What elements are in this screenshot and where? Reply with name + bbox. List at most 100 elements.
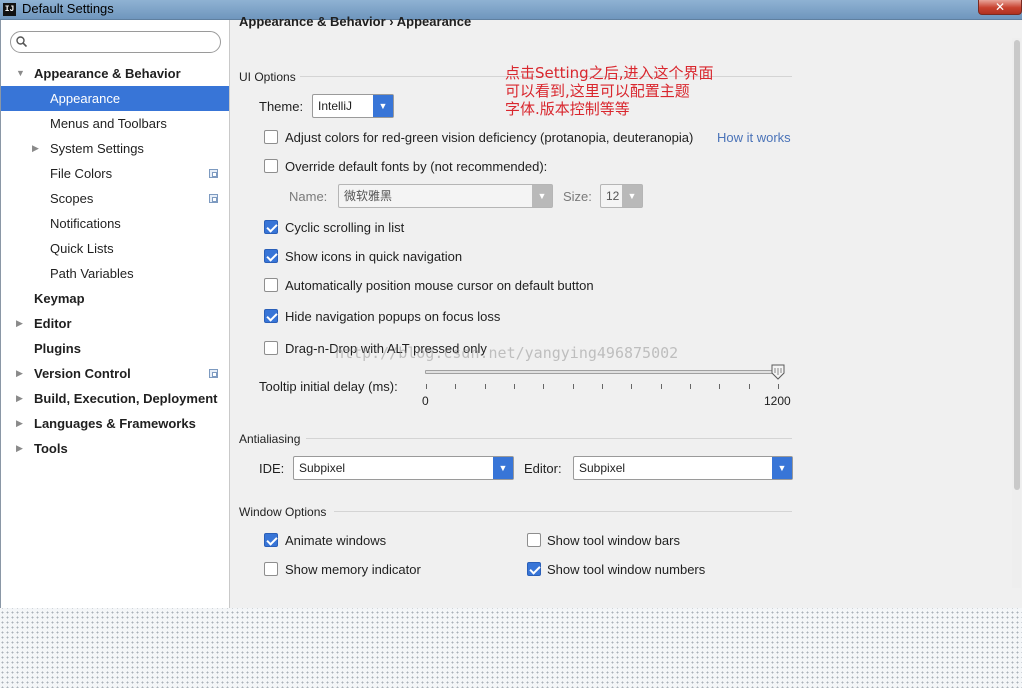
collapsed-arrow-icon[interactable]: ▶ (32, 136, 42, 161)
slider-tick (749, 384, 750, 389)
tree-item-label: Tools (34, 441, 68, 456)
adjust-colors-label: Adjust colors for red-green vision defic… (285, 130, 694, 145)
window-options-section-label: Window Options (239, 505, 327, 519)
override-fonts-checkbox[interactable] (264, 159, 278, 173)
editor-antialiasing-dropdown[interactable]: Subpixel ▼ (573, 456, 793, 480)
slider-tick (690, 384, 691, 389)
collapsed-arrow-icon[interactable]: ▶ (16, 311, 26, 336)
slider-tick (778, 384, 779, 389)
slider-tick (573, 384, 574, 389)
tree-item-appearance-behavior[interactable]: ▼ Appearance & Behavior (1, 61, 229, 86)
settings-tree-pane: ▼ Appearance & Behavior Appearance Menus… (1, 20, 230, 608)
tree-item-label: Menus and Toolbars (50, 116, 167, 131)
slider-tick (485, 384, 486, 389)
window-title: Default Settings (22, 1, 114, 16)
tree-item-build[interactable]: ▶ Build, Execution, Deployment (1, 386, 229, 411)
cyclic-scrolling-checkbox[interactable] (264, 220, 278, 234)
tree-item-file-colors[interactable]: File Colors (1, 161, 229, 186)
theme-dropdown-value: IntelliJ (318, 99, 353, 113)
tree-item-label: System Settings (50, 141, 144, 156)
vertical-scrollbar-thumb[interactable] (1014, 40, 1020, 490)
tooltip-delay-slider-track[interactable] (425, 370, 780, 374)
theme-dropdown[interactable]: IntelliJ ▼ (312, 94, 394, 118)
chevron-down-icon: ▼ (622, 185, 642, 207)
settings-search-box[interactable] (10, 31, 221, 53)
tree-item-label: Keymap (34, 291, 85, 306)
collapsed-arrow-icon[interactable]: ▶ (16, 361, 26, 386)
tree-item-tools[interactable]: ▶ Tools (1, 436, 229, 461)
intellij-app-icon: IJ (3, 3, 16, 16)
drag-drop-alt-checkbox[interactable] (264, 341, 278, 355)
adjust-colors-checkbox[interactable] (264, 130, 278, 144)
ui-options-section-label: UI Options (239, 70, 296, 84)
show-tool-window-numbers-checkbox[interactable] (527, 562, 541, 576)
font-size-value: 12 (606, 189, 620, 203)
close-window-button[interactable]: ✕ (978, 0, 1022, 15)
search-input[interactable] (33, 34, 213, 50)
antialiasing-section-label: Antialiasing (239, 432, 301, 446)
project-level-icon (209, 169, 218, 178)
ide-antialiasing-label: IDE: (259, 461, 285, 476)
font-name-dropdown[interactable]: 微软雅黑 ▼ (338, 184, 553, 208)
override-fonts-label: Override default fonts by (not recommend… (285, 159, 548, 174)
tree-item-label: File Colors (50, 166, 113, 181)
breadcrumb: Appearance & Behavior › Appearance (239, 14, 471, 29)
editor-antialiasing-label: Editor: (524, 461, 562, 476)
tree-item-menus-toolbars[interactable]: Menus and Toolbars (1, 111, 229, 136)
search-icon (16, 36, 27, 47)
hide-popups-checkbox[interactable] (264, 309, 278, 323)
show-memory-indicator-label: Show memory indicator (285, 562, 421, 577)
collapsed-arrow-icon[interactable]: ▶ (16, 411, 26, 436)
tree-item-plugins[interactable]: Plugins (1, 336, 229, 361)
breadcrumb-current: Appearance (396, 14, 472, 29)
tree-item-label: Appearance (50, 91, 121, 106)
annotation-line: 字体.版本控制等等 (505, 100, 630, 118)
chevron-down-icon: ▼ (373, 95, 393, 117)
tree-item-appearance[interactable]: Appearance (1, 86, 229, 111)
font-size-dropdown[interactable]: 12 ▼ (600, 184, 643, 208)
tree-item-notifications[interactable]: Notifications (1, 211, 229, 236)
tree-item-languages[interactable]: ▶ Languages & Frameworks (1, 411, 229, 436)
slider-tick (602, 384, 603, 389)
tree-item-label: Editor (34, 316, 72, 331)
tree-item-keymap[interactable]: Keymap (1, 286, 229, 311)
font-name-label: Name: (289, 189, 328, 204)
animate-windows-checkbox[interactable] (264, 533, 278, 547)
editor-antialiasing-value: Subpixel (579, 461, 626, 475)
slider-tick (719, 384, 720, 389)
show-tool-window-bars-checkbox[interactable] (527, 533, 541, 547)
collapsed-arrow-icon[interactable]: ▶ (16, 436, 26, 461)
how-it-works-link[interactable]: How it works (717, 130, 791, 145)
show-icons-checkbox[interactable] (264, 249, 278, 263)
ide-antialiasing-value: Subpixel (299, 461, 346, 475)
tree-item-version-control[interactable]: ▶ Version Control (1, 361, 229, 386)
tree-item-quick-lists[interactable]: Quick Lists (1, 236, 229, 261)
expanded-arrow-icon[interactable]: ▼ (16, 61, 26, 86)
tree-item-label: Scopes (50, 191, 94, 206)
tree-item-label: Build, Execution, Deployment (34, 391, 218, 406)
slider-tick (514, 384, 515, 389)
watermark-url: http://blog.csdn.net/yangying496875002 (335, 344, 679, 362)
slider-max-label: 1200 (764, 394, 791, 408)
project-level-icon (209, 369, 218, 378)
slider-tick (543, 384, 544, 389)
font-size-label: Size: (563, 189, 592, 204)
auto-position-cursor-checkbox[interactable] (264, 278, 278, 292)
tooltip-delay-slider-thumb[interactable] (771, 364, 785, 380)
chevron-down-icon: ▼ (532, 185, 552, 207)
cyclic-scrolling-label: Cyclic scrolling in list (285, 220, 405, 235)
tree-item-editor[interactable]: ▶ Editor (1, 311, 229, 336)
tree-item-scopes[interactable]: Scopes (1, 186, 229, 211)
tree-item-path-variables[interactable]: Path Variables (1, 261, 229, 286)
tree-item-label: Notifications (50, 216, 121, 231)
title-bar: IJ Default Settings ✕ (0, 0, 1022, 20)
show-tool-window-bars-label: Show tool window bars (547, 533, 680, 548)
show-tool-window-numbers-label: Show tool window numbers (547, 562, 706, 577)
breadcrumb-separator: › (389, 14, 394, 29)
tree-item-label: Appearance & Behavior (34, 66, 181, 81)
tree-item-system-settings[interactable]: ▶ System Settings (1, 136, 229, 161)
collapsed-arrow-icon[interactable]: ▶ (16, 386, 26, 411)
show-memory-indicator-checkbox[interactable] (264, 562, 278, 576)
ide-antialiasing-dropdown[interactable]: Subpixel ▼ (293, 456, 514, 480)
slider-tick (631, 384, 632, 389)
